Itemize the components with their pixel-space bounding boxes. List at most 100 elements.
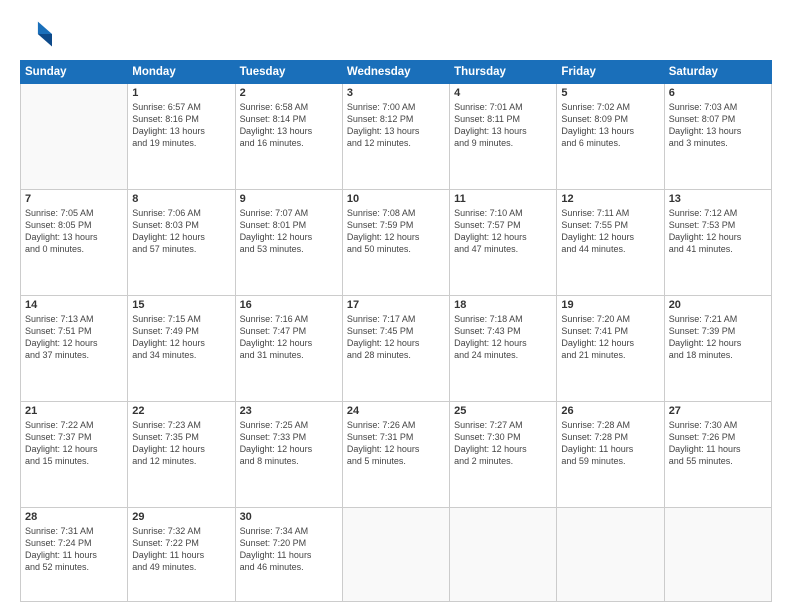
day-content: Sunrise: 7:28 AM Sunset: 7:28 PM Dayligh… xyxy=(561,419,659,468)
calendar-cell xyxy=(664,507,771,601)
weekday-header-wednesday: Wednesday xyxy=(342,61,449,84)
day-content: Sunrise: 7:06 AM Sunset: 8:03 PM Dayligh… xyxy=(132,207,230,256)
day-number: 19 xyxy=(561,299,659,311)
weekday-header-saturday: Saturday xyxy=(664,61,771,84)
day-content: Sunrise: 7:27 AM Sunset: 7:30 PM Dayligh… xyxy=(454,419,552,468)
day-number: 14 xyxy=(25,299,123,311)
calendar-cell: 1 Sunrise: 6:57 AM Sunset: 8:16 PM Daylig… xyxy=(128,84,235,190)
weekday-header-row: SundayMondayTuesdayWednesdayThursdayFrid… xyxy=(21,61,772,84)
day-content: Sunrise: 7:11 AM Sunset: 7:55 PM Dayligh… xyxy=(561,207,659,256)
day-content: Sunrise: 7:32 AM Sunset: 7:22 PM Dayligh… xyxy=(132,525,230,574)
calendar-cell: 10Sunrise: 7:08 AM Sunset: 7:59 PM Dayli… xyxy=(342,189,449,295)
logo-icon xyxy=(20,18,52,50)
page: SundayMondayTuesdayWednesdayThursdayFrid… xyxy=(0,0,792,612)
day-content: Sunrise: 7:03 AM Sunset: 8:07 PM Dayligh… xyxy=(669,101,767,150)
day-content: Sunrise: 7:20 AM Sunset: 7:41 PM Dayligh… xyxy=(561,313,659,362)
calendar-cell: 21Sunrise: 7:22 AM Sunset: 7:37 PM Dayli… xyxy=(21,401,128,507)
weekday-header-friday: Friday xyxy=(557,61,664,84)
day-number: 26 xyxy=(561,405,659,417)
calendar-cell: 11 Sunrise: 7:10 AM Sunset: 7:57 PM Dayli… xyxy=(450,189,557,295)
day-number: 11 xyxy=(454,193,552,205)
day-content: Sunrise: 6:58 AM Sunset: 8:14 PM Dayligh… xyxy=(240,101,338,150)
calendar-cell: 30 Sunrise: 7:34 AM Sunset: 7:20 PM Dayli… xyxy=(235,507,342,601)
day-number: 30 xyxy=(240,511,338,523)
calendar-cell: 18 Sunrise: 7:18 AM Sunset: 7:43 PM Dayli… xyxy=(450,295,557,401)
calendar-cell: 19 Sunrise: 7:20 AM Sunset: 7:41 PM Dayli… xyxy=(557,295,664,401)
day-content: Sunrise: 7:26 AM Sunset: 7:31 PM Dayligh… xyxy=(347,419,445,468)
day-number: 1 xyxy=(132,87,230,99)
day-number: 6 xyxy=(669,87,767,99)
calendar-cell: 27Sunrise: 7:30 AM Sunset: 7:26 PM Dayli… xyxy=(664,401,771,507)
calendar-cell xyxy=(21,84,128,190)
weekday-header-thursday: Thursday xyxy=(450,61,557,84)
day-content: Sunrise: 7:22 AM Sunset: 7:37 PM Dayligh… xyxy=(25,419,123,468)
calendar-cell xyxy=(557,507,664,601)
day-number: 12 xyxy=(561,193,659,205)
calendar-cell: 12 Sunrise: 7:11 AM Sunset: 7:55 PM Dayli… xyxy=(557,189,664,295)
day-number: 29 xyxy=(132,511,230,523)
calendar-cell: 3 Sunrise: 7:00 AM Sunset: 8:12 PM Daylig… xyxy=(342,84,449,190)
day-number: 13 xyxy=(669,193,767,205)
weekday-header-sunday: Sunday xyxy=(21,61,128,84)
calendar-cell: 9 Sunrise: 7:07 AM Sunset: 8:01 PM Daylig… xyxy=(235,189,342,295)
calendar-cell xyxy=(342,507,449,601)
day-number: 8 xyxy=(132,193,230,205)
calendar-cell: 20Sunrise: 7:21 AM Sunset: 7:39 PM Dayli… xyxy=(664,295,771,401)
day-number: 23 xyxy=(240,405,338,417)
calendar-cell: 13 Sunrise: 7:12 AM Sunset: 7:53 PM Dayli… xyxy=(664,189,771,295)
day-content: Sunrise: 7:05 AM Sunset: 8:05 PM Dayligh… xyxy=(25,207,123,256)
day-number: 4 xyxy=(454,87,552,99)
day-content: Sunrise: 7:13 AM Sunset: 7:51 PM Dayligh… xyxy=(25,313,123,362)
day-content: Sunrise: 7:02 AM Sunset: 8:09 PM Dayligh… xyxy=(561,101,659,150)
day-number: 17 xyxy=(347,299,445,311)
calendar-week-4: 21Sunrise: 7:22 AM Sunset: 7:37 PM Dayli… xyxy=(21,401,772,507)
day-number: 16 xyxy=(240,299,338,311)
day-content: Sunrise: 7:15 AM Sunset: 7:49 PM Dayligh… xyxy=(132,313,230,362)
calendar-cell: 22Sunrise: 7:23 AM Sunset: 7:35 PM Dayli… xyxy=(128,401,235,507)
calendar-cell: 24 Sunrise: 7:26 AM Sunset: 7:31 PM Dayli… xyxy=(342,401,449,507)
day-number: 2 xyxy=(240,87,338,99)
calendar-cell: 14 Sunrise: 7:13 AM Sunset: 7:51 PM Dayli… xyxy=(21,295,128,401)
logo xyxy=(20,18,56,50)
calendar-week-5: 28 Sunrise: 7:31 AM Sunset: 7:24 PM Dayli… xyxy=(21,507,772,601)
calendar-table: SundayMondayTuesdayWednesdayThursdayFrid… xyxy=(20,60,772,602)
day-number: 15 xyxy=(132,299,230,311)
day-content: Sunrise: 7:07 AM Sunset: 8:01 PM Dayligh… xyxy=(240,207,338,256)
day-number: 27 xyxy=(669,405,767,417)
calendar-cell: 23 Sunrise: 7:25 AM Sunset: 7:33 PM Dayli… xyxy=(235,401,342,507)
calendar-cell: 2 Sunrise: 6:58 AM Sunset: 8:14 PM Daylig… xyxy=(235,84,342,190)
day-content: Sunrise: 7:18 AM Sunset: 7:43 PM Dayligh… xyxy=(454,313,552,362)
calendar-cell: 16 Sunrise: 7:16 AM Sunset: 7:47 PM Dayli… xyxy=(235,295,342,401)
calendar-cell: 7 Sunrise: 7:05 AM Sunset: 8:05 PM Daylig… xyxy=(21,189,128,295)
day-content: Sunrise: 7:31 AM Sunset: 7:24 PM Dayligh… xyxy=(25,525,123,574)
day-number: 18 xyxy=(454,299,552,311)
calendar-week-2: 7 Sunrise: 7:05 AM Sunset: 8:05 PM Daylig… xyxy=(21,189,772,295)
day-content: Sunrise: 7:16 AM Sunset: 7:47 PM Dayligh… xyxy=(240,313,338,362)
calendar-cell: 28 Sunrise: 7:31 AM Sunset: 7:24 PM Dayli… xyxy=(21,507,128,601)
calendar-cell xyxy=(450,507,557,601)
day-number: 24 xyxy=(347,405,445,417)
day-number: 28 xyxy=(25,511,123,523)
header xyxy=(20,18,772,50)
day-content: Sunrise: 7:21 AM Sunset: 7:39 PM Dayligh… xyxy=(669,313,767,362)
day-content: Sunrise: 7:12 AM Sunset: 7:53 PM Dayligh… xyxy=(669,207,767,256)
calendar-cell: 26 Sunrise: 7:28 AM Sunset: 7:28 PM Dayli… xyxy=(557,401,664,507)
day-number: 7 xyxy=(25,193,123,205)
day-content: Sunrise: 7:10 AM Sunset: 7:57 PM Dayligh… xyxy=(454,207,552,256)
day-content: Sunrise: 7:00 AM Sunset: 8:12 PM Dayligh… xyxy=(347,101,445,150)
calendar-cell: 17 Sunrise: 7:17 AM Sunset: 7:45 PM Dayli… xyxy=(342,295,449,401)
weekday-header-tuesday: Tuesday xyxy=(235,61,342,84)
day-content: Sunrise: 6:57 AM Sunset: 8:16 PM Dayligh… xyxy=(132,101,230,150)
day-number: 9 xyxy=(240,193,338,205)
calendar-cell: 15 Sunrise: 7:15 AM Sunset: 7:49 PM Dayli… xyxy=(128,295,235,401)
day-number: 22 xyxy=(132,405,230,417)
weekday-header-monday: Monday xyxy=(128,61,235,84)
day-number: 3 xyxy=(347,87,445,99)
calendar-week-3: 14 Sunrise: 7:13 AM Sunset: 7:51 PM Dayli… xyxy=(21,295,772,401)
calendar-cell: 8 Sunrise: 7:06 AM Sunset: 8:03 PM Daylig… xyxy=(128,189,235,295)
calendar-cell: 29 Sunrise: 7:32 AM Sunset: 7:22 PM Dayli… xyxy=(128,507,235,601)
day-content: Sunrise: 7:25 AM Sunset: 7:33 PM Dayligh… xyxy=(240,419,338,468)
day-content: Sunrise: 7:17 AM Sunset: 7:45 PM Dayligh… xyxy=(347,313,445,362)
calendar-cell: 4Sunrise: 7:01 AM Sunset: 8:11 PM Daylig… xyxy=(450,84,557,190)
day-content: Sunrise: 7:34 AM Sunset: 7:20 PM Dayligh… xyxy=(240,525,338,574)
